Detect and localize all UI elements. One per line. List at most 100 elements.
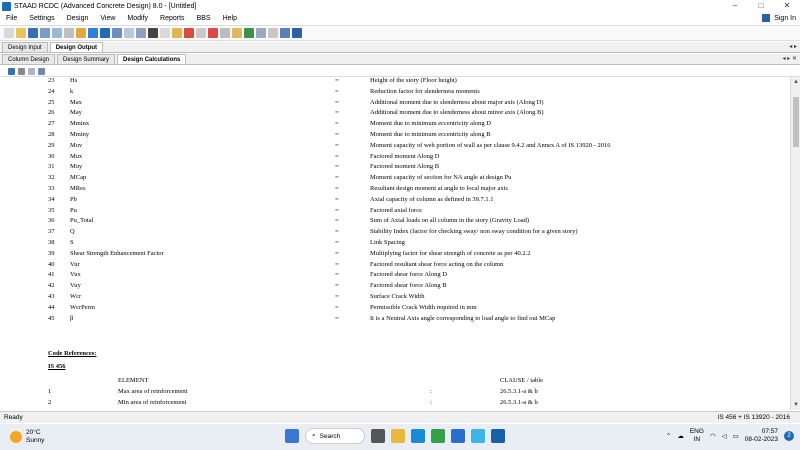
tab-scroll-arrows-2[interactable]: ◂ ▸ ✕	[783, 55, 797, 62]
help-icon[interactable]	[292, 28, 302, 38]
notation-equals: =	[335, 163, 339, 171]
search-icon[interactable]	[280, 28, 290, 38]
settings-icon[interactable]	[100, 28, 110, 38]
tools-icon[interactable]	[244, 28, 254, 38]
print-icon[interactable]	[40, 28, 50, 38]
grid-icon[interactable]	[52, 28, 62, 38]
task-view-icon[interactable]	[371, 429, 385, 443]
app-icon-2[interactable]	[451, 429, 465, 443]
ref-separator: :	[430, 388, 432, 396]
taskbar-search[interactable]: ⌕ Search	[305, 428, 365, 444]
globe-icon[interactable]	[88, 28, 98, 38]
menu-modify[interactable]: Modify	[121, 15, 154, 22]
filter-icon[interactable]	[268, 28, 278, 38]
design-icon[interactable]	[76, 28, 86, 38]
chrome-icon[interactable]	[431, 429, 445, 443]
notation-row: 40 Vur = Factored resultant shear force act…	[0, 261, 788, 272]
notation-description: Height of the story (Floor height)	[370, 77, 457, 84]
staad-taskbar-icon[interactable]	[491, 429, 505, 443]
sign-in-link[interactable]: Sign In	[774, 15, 796, 22]
view-icon[interactable]	[256, 28, 266, 38]
notation-number: 33	[48, 185, 55, 192]
tab-column-design[interactable]: Column Design	[2, 54, 56, 64]
new-file-icon[interactable]	[4, 28, 14, 38]
report-icon[interactable]	[64, 28, 74, 38]
cloud-icon[interactable]: ☁	[677, 432, 684, 440]
hash-icon[interactable]	[148, 28, 158, 38]
menu-view[interactable]: View	[94, 15, 121, 22]
notation-row: 37 Q = Stability Index (factor for checking…	[0, 228, 788, 239]
separator-icon	[160, 28, 170, 38]
status-code: IS 456 + IS 13920 - 2016	[717, 414, 790, 421]
notation-equals: =	[335, 293, 339, 300]
notification-badge[interactable]: 2	[784, 431, 794, 441]
lang-code: ENG	[689, 428, 704, 435]
beam-icon[interactable]	[112, 28, 122, 38]
scroll-down-icon[interactable]: ▼	[793, 402, 799, 408]
chevron-up-icon[interactable]: ⌃	[666, 432, 671, 440]
start-icon[interactable]	[285, 429, 299, 443]
file-explorer-icon[interactable]	[391, 429, 405, 443]
notation-number: 31	[48, 163, 55, 171]
notation-number: 35	[48, 206, 55, 214]
export-icon[interactable]	[184, 28, 194, 38]
tab-design-summary[interactable]: Design Summary	[57, 54, 116, 64]
notation-row: 39 Shear Strength Enhancement Factor = Mult…	[0, 250, 788, 261]
tab-design-calculations[interactable]: Design Calculations	[117, 54, 187, 64]
delete-icon[interactable]	[208, 28, 218, 38]
open-folder-icon[interactable]	[16, 28, 26, 38]
notation-symbol: β	[70, 314, 74, 322]
slab-icon[interactable]	[136, 28, 146, 38]
edge-icon[interactable]	[411, 429, 425, 443]
system-tray: ⌃ ☁ ENG IN ◠ ◁ ▭ 07:57 08-02-2023 2	[666, 428, 794, 444]
menu-bbs[interactable]: BBS	[191, 15, 217, 22]
table-icon[interactable]	[196, 28, 206, 38]
battery-icon[interactable]: ▭	[733, 432, 739, 440]
notation-row: 41 Vux = Factored shear force Along D	[0, 271, 788, 282]
speaker-icon[interactable]: ◁	[722, 432, 727, 440]
note-icon[interactable]	[232, 28, 242, 38]
notation-equals: =	[335, 77, 339, 84]
print-preview-icon[interactable]	[28, 67, 35, 75]
notation-symbol: Mminx	[70, 120, 90, 128]
scroll-up-icon[interactable]: ▲	[793, 79, 799, 85]
menu-file[interactable]: File	[0, 15, 23, 22]
maximize-button[interactable]: □	[748, 0, 774, 12]
weather-widget[interactable]: 20°C Sunny	[10, 429, 44, 445]
menu-help[interactable]: Help	[217, 15, 243, 22]
app-icon-3[interactable]	[471, 429, 485, 443]
notation-number: 29	[48, 141, 55, 149]
language-indicator[interactable]: ENG IN	[690, 428, 704, 444]
notation-equals: =	[335, 249, 339, 257]
save-report-icon[interactable]	[8, 67, 15, 75]
notation-description: Moment capacity of section for NA angle …	[370, 174, 512, 182]
notation-row: 32 MCap = Moment capacity of section for NA…	[0, 174, 788, 185]
menu-settings[interactable]: Settings	[23, 15, 60, 22]
vertical-scrollbar[interactable]: ▲ ▼	[790, 77, 800, 410]
minimize-button[interactable]: –	[722, 0, 748, 12]
tab-design-input[interactable]: Design Input	[2, 42, 48, 52]
notation-row: 44 WcrPerm = Permissible Crack Width requir…	[0, 304, 788, 315]
scroll-thumb[interactable]	[793, 97, 799, 147]
notation-equals: =	[335, 98, 339, 106]
tab-scroll-arrows[interactable]: ◂ ▸	[789, 43, 797, 50]
clock[interactable]: 07:57 08-02-2023	[745, 428, 778, 444]
print-report-icon[interactable]	[18, 67, 25, 75]
weather-temp: 20°C	[26, 429, 41, 436]
notation-row: 30 Mux = Factored moment Along D	[0, 153, 788, 164]
lock-icon[interactable]	[172, 28, 182, 38]
menu-design[interactable]: Design	[61, 15, 95, 22]
wifi-icon[interactable]: ◠	[710, 432, 716, 440]
save-icon[interactable]	[28, 28, 38, 38]
copy-icon[interactable]	[220, 28, 230, 38]
find-icon[interactable]	[38, 67, 45, 75]
column-icon[interactable]	[124, 28, 134, 38]
close-button[interactable]: ✕	[774, 0, 800, 12]
notation-symbol: Wcr	[70, 293, 82, 300]
menu-reports[interactable]: Reports	[154, 15, 191, 22]
report-toolbar	[0, 66, 800, 77]
notation-row: 43 Wcr = Surface Crack Width	[0, 293, 788, 304]
element-column-header: ELEMENT	[118, 377, 149, 385]
tab-design-output[interactable]: Design Output	[49, 42, 104, 52]
notation-description: Permissible Crack Width required in mm	[370, 303, 477, 311]
